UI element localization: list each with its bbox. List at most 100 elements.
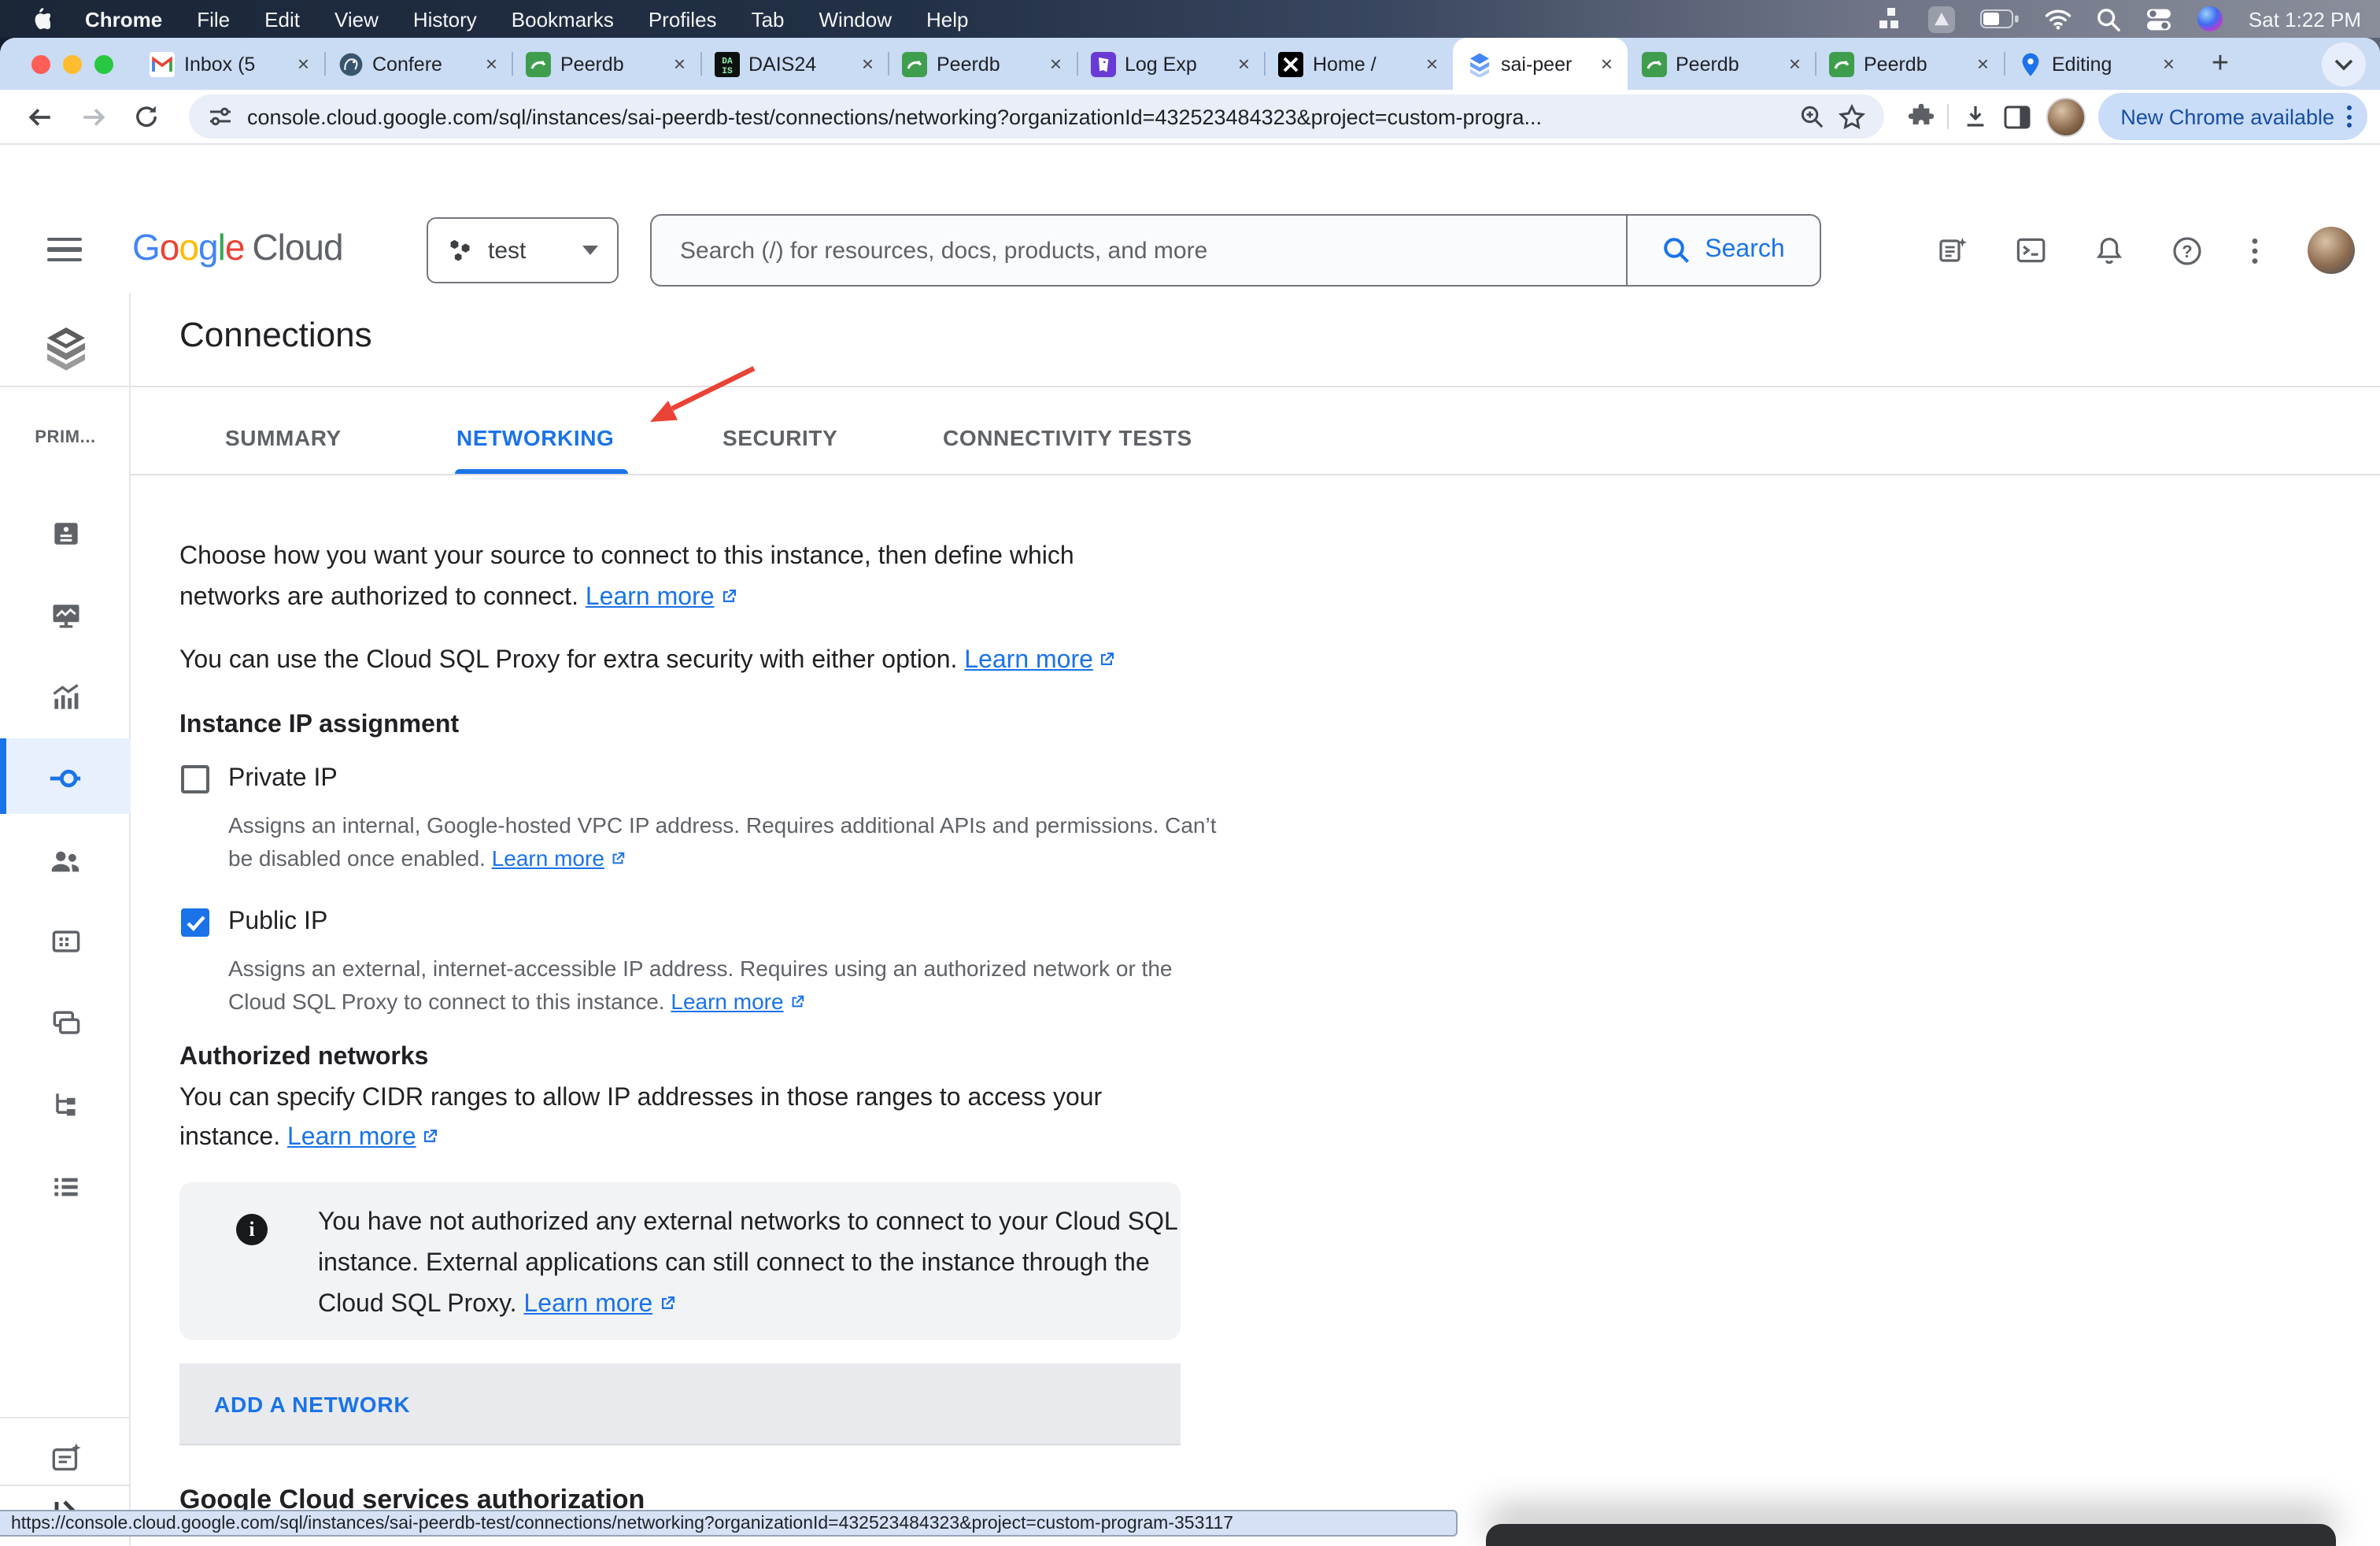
public-ip-checkbox[interactable]	[181, 908, 209, 937]
close-tab-icon[interactable]: ×	[674, 52, 686, 76]
account-avatar[interactable]	[2308, 227, 2355, 274]
tab-summary[interactable]: SUMMARY	[225, 425, 342, 450]
google-cloud-logo[interactable]: GoogleCloud	[132, 227, 343, 269]
console-search-button[interactable]: Search	[1626, 216, 1820, 285]
sidebar-item-replicas[interactable]	[0, 1086, 131, 1124]
close-tab-icon[interactable]: ×	[1238, 52, 1250, 76]
stats-menu-icon[interactable]	[1880, 7, 1904, 31]
sidebar-item-overview[interactable]	[0, 515, 131, 553]
tab-x-home[interactable]: Home /×	[1264, 38, 1452, 90]
connections-icon[interactable]	[0, 759, 131, 797]
menu-item-bookmarks[interactable]: Bookmarks	[512, 7, 614, 31]
close-tab-icon[interactable]: ×	[2163, 52, 2175, 76]
learn-more-link[interactable]: Learn more	[287, 1124, 440, 1151]
reload-button[interactable]	[120, 94, 173, 139]
new-tab-button[interactable]: +	[2189, 38, 2252, 90]
downloads-icon[interactable]	[1955, 94, 1996, 139]
menu-item-help[interactable]: Help	[926, 7, 969, 31]
menu-item-view[interactable]: View	[334, 7, 379, 31]
learn-more-link[interactable]: Learn more	[964, 647, 1117, 674]
sidebar-item-system-insights[interactable]	[0, 597, 131, 634]
tab-log-explorer[interactable]: Log Exp×	[1076, 38, 1264, 90]
battery-icon[interactable]	[1981, 9, 2020, 29]
side-panel-icon[interactable]	[1996, 94, 2037, 139]
tab-editing[interactable]: Editing×	[2003, 38, 2189, 90]
sidebar-item-query-insights[interactable]	[0, 679, 131, 716]
tab-peerdb-1[interactable]: Peerdb×	[512, 38, 700, 90]
browser-profile-avatar[interactable]	[2046, 97, 2086, 136]
update-chrome-button[interactable]: New Chrome available	[2098, 93, 2367, 140]
minimize-window-button[interactable]	[63, 54, 82, 73]
hamburger-menu[interactable]	[47, 238, 82, 261]
pip-window-edge[interactable]	[1486, 1524, 2336, 1546]
back-button[interactable]	[13, 94, 66, 139]
zoom-window-button[interactable]	[94, 54, 113, 73]
tab-search-button[interactable]	[2322, 42, 2366, 86]
kebab-menu-icon[interactable]	[2347, 105, 2352, 128]
private-ip-checkbox[interactable]	[181, 765, 209, 793]
close-tab-icon[interactable]: ×	[1789, 52, 1801, 76]
forward-button[interactable]	[66, 94, 120, 139]
control-center-icon[interactable]	[2146, 7, 2173, 31]
siri-icon[interactable]	[2198, 6, 2223, 31]
menubar-clock[interactable]: Sat 1:22 PM	[2249, 7, 2361, 31]
learn-more-link[interactable]: Learn more	[671, 989, 805, 1014]
tab-peerdb-3[interactable]: Peerdb×	[1627, 38, 1815, 90]
tab-sai-peerdb-active[interactable]: sai-peer×	[1452, 38, 1627, 90]
menu-item-file[interactable]: File	[197, 7, 230, 31]
assistant-notes-icon[interactable]	[1938, 236, 1968, 264]
sidebar-item-databases[interactable]	[0, 923, 131, 960]
sidebar-item-release-notes[interactable]	[0, 1439, 131, 1477]
menu-item-tab[interactable]: Tab	[752, 7, 785, 31]
tab-networking[interactable]: NETWORKING	[456, 425, 614, 450]
sidebar-item-backups[interactable]	[0, 1004, 131, 1042]
learn-more-link[interactable]: Learn more	[492, 845, 626, 871]
apple-menu[interactable]	[28, 6, 50, 31]
help-icon[interactable]: ?	[2172, 235, 2202, 265]
url-text[interactable]: console.cloud.google.com/sql/instances/s…	[247, 105, 1785, 128]
tab-peerdb-2[interactable]: Peerdb×	[888, 38, 1076, 90]
close-window-button[interactable]	[31, 54, 50, 73]
tab-dais24[interactable]: DAIS DAIS24×	[700, 38, 888, 90]
menubar-app-icon[interactable]	[1929, 6, 1956, 32]
menu-item-edit[interactable]: Edit	[264, 7, 300, 31]
learn-more-link[interactable]: Learn more	[523, 1291, 676, 1318]
menu-item-chrome[interactable]: Chrome	[85, 7, 162, 31]
menu-item-window[interactable]: Window	[819, 7, 893, 31]
tab-inbox[interactable]: Inbox (5×	[135, 38, 323, 90]
info-banner-text: You have not authorized any external net…	[318, 1203, 1192, 1326]
sidebar-item-users[interactable]	[0, 841, 131, 878]
learn-more-link[interactable]: Learn more	[586, 584, 738, 611]
spotlight-search-icon[interactable]	[2097, 7, 2121, 31]
check-icon	[185, 914, 205, 931]
close-tab-icon[interactable]: ×	[298, 52, 309, 76]
notifications-bell-icon[interactable]	[2095, 235, 2123, 265]
zoom-page-icon[interactable]	[1799, 104, 1824, 129]
menu-item-history[interactable]: History	[413, 7, 477, 31]
close-tab-icon[interactable]: ×	[1426, 52, 1438, 76]
address-bar[interactable]: console.cloud.google.com/sql/instances/s…	[189, 94, 1884, 139]
monitor-chart-icon	[48, 598, 83, 633]
tab-conference[interactable]: Confere×	[323, 38, 512, 90]
bookmark-star-icon[interactable]	[1839, 103, 1865, 130]
wifi-icon[interactable]	[2046, 8, 2072, 30]
close-tab-icon[interactable]: ×	[862, 52, 874, 76]
more-options-kebab-icon[interactable]	[2251, 237, 2259, 264]
close-tab-icon[interactable]: ×	[1977, 52, 1989, 76]
tab-peerdb-4[interactable]: Peerdb×	[1815, 38, 2003, 90]
close-tab-icon[interactable]: ×	[1050, 52, 1062, 76]
sidebar-item-operations[interactable]	[0, 1168, 131, 1206]
tab-connectivity-tests[interactable]: CONNECTIVITY TESTS	[943, 425, 1192, 450]
annotation-arrow	[598, 351, 787, 449]
close-tab-icon[interactable]: ×	[1601, 52, 1613, 76]
cloud-shell-icon[interactable]	[2016, 236, 2046, 264]
close-tab-icon[interactable]: ×	[486, 52, 497, 76]
site-settings-icon[interactable]	[208, 104, 233, 129]
menu-item-profiles[interactable]: Profiles	[649, 7, 717, 31]
external-link-icon	[719, 587, 738, 606]
project-picker[interactable]: test	[427, 217, 619, 283]
x-favicon	[1278, 51, 1303, 76]
console-search-input[interactable]	[652, 216, 1626, 285]
add-network-button[interactable]: ADD A NETWORK	[179, 1363, 1181, 1445]
extensions-icon[interactable]	[1900, 94, 1941, 139]
